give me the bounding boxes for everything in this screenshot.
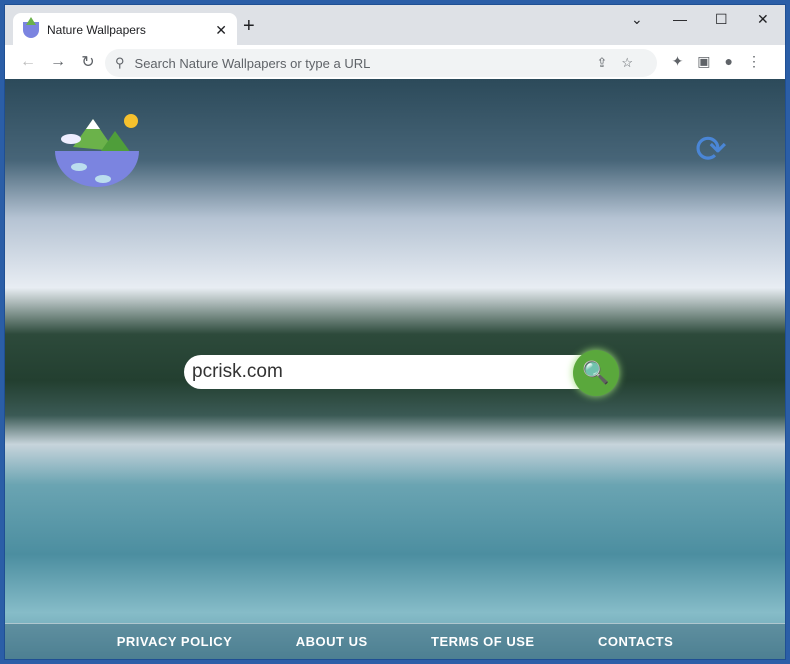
terms-of-use-link[interactable]: TERMS OF USE [431,634,535,649]
search-button[interactable]: 🔍 [573,350,619,396]
tab-bar: Nature Wallpapers ✕ + ⌄ — ☐ ✕ [5,5,785,47]
nature-wallpapers-logo [55,114,139,187]
tab-title: Nature Wallpapers [47,23,146,37]
reload-button[interactable]: ↻ [73,52,103,72]
nature-favicon-icon [23,17,39,38]
maximize-button[interactable]: ☐ [715,11,728,28]
extensions-sidepanel-profile-menu-icons[interactable]: ✦▣●⋮ [672,53,775,70]
browser-window: Nature Wallpapers ✕ + ⌄ — ☐ ✕ ← → ↻ ⚲ Se… [4,4,786,660]
search-input-value: pcrisk.com [192,361,283,382]
toolbar: ← → ↻ ⚲ Search Nature Wallpapers or type… [5,45,785,79]
tab-close-icon[interactable]: ✕ [215,22,227,39]
new-tab-button[interactable]: + [243,15,255,38]
share-bookmark-icons[interactable]: ⇪☆ [596,55,647,71]
search-icon: ⚲ [115,55,125,70]
close-window-button[interactable]: ✕ [757,11,769,28]
back-button[interactable]: ← [13,53,43,71]
forward-button[interactable]: → [43,53,73,71]
footer: PRIVACY POLICY ABOUT US TERMS OF USE CON… [5,623,785,659]
privacy-policy-link[interactable]: PRIVACY POLICY [117,634,233,649]
page-content: ⟳ pcrisk.com 🔍 PRIVACY POLICY ABOUT US T… [5,79,785,659]
contacts-link[interactable]: CONTACTS [598,634,673,649]
tab-nature-wallpapers[interactable]: Nature Wallpapers ✕ [13,13,237,47]
about-us-link[interactable]: ABOUT US [296,634,368,649]
refresh-icon[interactable]: ⟳ [695,127,727,172]
address-bar[interactable]: ⚲ Search Nature Wallpapers or type a URL… [105,49,657,77]
tab-search-chevron-icon[interactable]: ⌄ [631,11,643,28]
minimize-button[interactable]: — [673,11,687,27]
address-placeholder: Search Nature Wallpapers or type a URL [134,55,371,71]
search-input[interactable]: pcrisk.com [184,355,614,389]
search-icon: 🔍 [582,360,610,385]
